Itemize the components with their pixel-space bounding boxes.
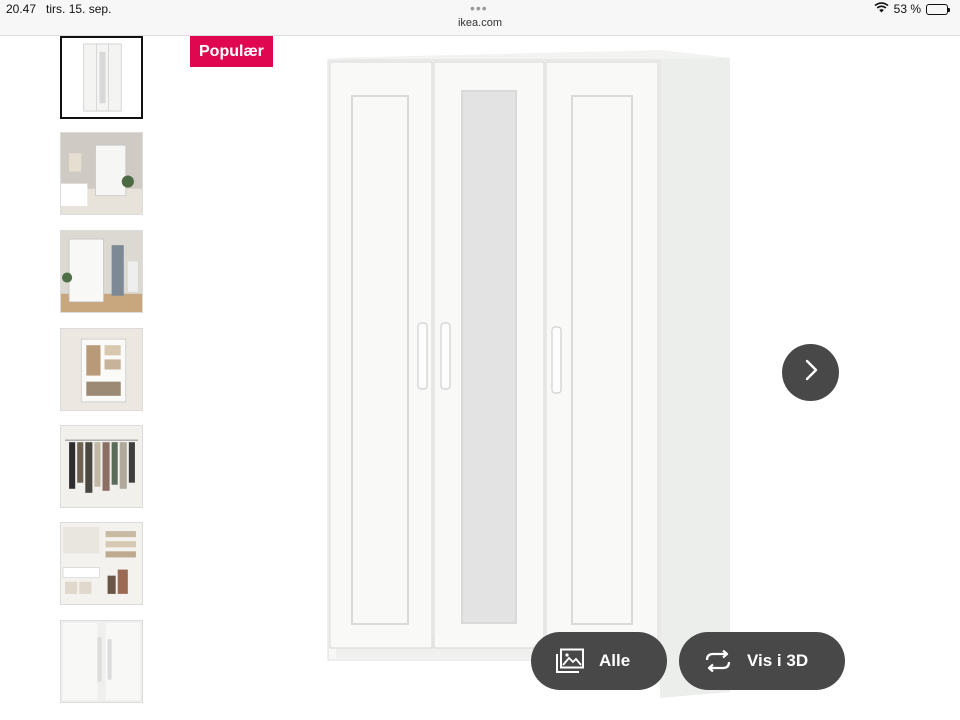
wifi-icon bbox=[874, 2, 889, 16]
clock-time: 20.47 bbox=[6, 2, 37, 16]
thumbnail-open-wardrobe[interactable] bbox=[60, 328, 143, 411]
battery-icon bbox=[926, 3, 950, 15]
status-bar: 20.47 tirs. 15. sep. ••• ikea.com 53 % bbox=[0, 0, 960, 36]
url-bar[interactable]: ikea.com bbox=[0, 17, 960, 29]
battery-percent: 53 % bbox=[893, 2, 921, 16]
chevron-right-icon bbox=[802, 359, 820, 386]
view-3d-button[interactable]: Vis i 3D bbox=[679, 632, 845, 690]
thumbnail-hallway-scene[interactable] bbox=[60, 230, 143, 313]
status-time: 20.47 tirs. 15. sep. bbox=[6, 2, 111, 16]
popular-badge: Populær bbox=[190, 36, 273, 67]
thumbnail-hanging-clothes[interactable] bbox=[60, 425, 143, 508]
more-dots-icon[interactable]: ••• bbox=[470, 0, 488, 16]
thumbnail-wardrobe-front[interactable] bbox=[60, 36, 143, 119]
status-right: 53 % bbox=[874, 2, 950, 16]
product-image[interactable] bbox=[300, 40, 760, 700]
view-3d-label: Vis i 3D bbox=[747, 651, 809, 670]
rotate-icon bbox=[703, 650, 733, 672]
next-image-button[interactable] bbox=[782, 344, 839, 401]
show-all-button[interactable]: Alle bbox=[531, 632, 667, 690]
thumbnail-shelves-boxes[interactable] bbox=[60, 522, 143, 605]
clock-date: tirs. 15. sep. bbox=[46, 2, 112, 16]
show-all-label: Alle bbox=[599, 651, 631, 670]
thumbnail-bedroom-scene[interactable] bbox=[60, 132, 143, 215]
gallery-icon bbox=[555, 648, 585, 674]
thumbnail-door-handles[interactable] bbox=[60, 620, 143, 703]
